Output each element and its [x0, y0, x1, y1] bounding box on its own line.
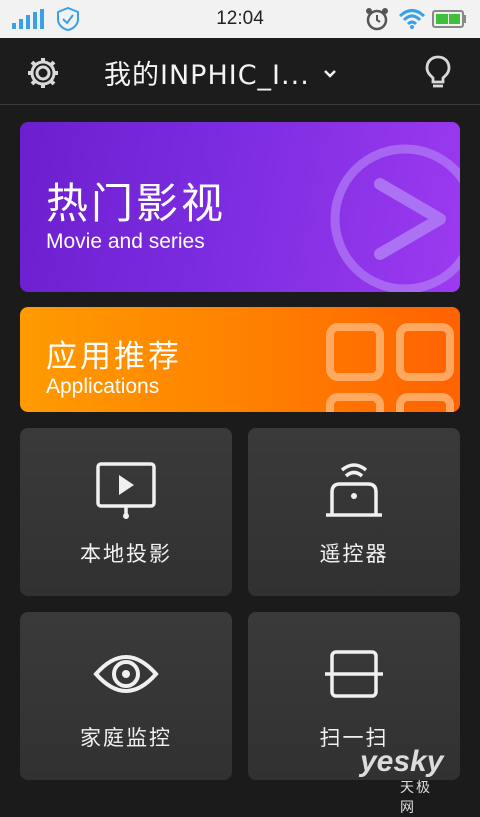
remote-icon: [326, 463, 382, 517]
home-monitor-tile[interactable]: 家庭监控: [20, 612, 232, 780]
remote-control-tile[interactable]: 遥控器: [248, 428, 460, 596]
apps-title-zh: 应用推荐: [46, 339, 182, 375]
device-selector[interactable]: 我的INPHIC_I...: [104, 52, 384, 92]
chevron-down-icon: [323, 70, 336, 78]
movies-title-zh: 热门影视: [46, 179, 227, 228]
eye-icon: [93, 655, 159, 693]
local-projection-label: 本地投影: [80, 542, 172, 566]
movies-title-en: Movie and series: [46, 230, 205, 253]
scan-icon: [325, 650, 383, 698]
play-circle-icon: [330, 144, 460, 292]
gear-icon[interactable]: [26, 56, 60, 90]
status-bar: 12:04: [0, 0, 480, 38]
apps-grid-icon: [326, 323, 454, 412]
device-title: 我的INPHIC_I...: [104, 59, 310, 91]
local-projection-tile[interactable]: 本地投影: [20, 428, 232, 596]
battery-icon: [432, 10, 466, 28]
movies-banner[interactable]: 热门影视 Movie and series: [20, 122, 460, 292]
wifi-icon: [398, 9, 426, 29]
top-bar: 我的INPHIC_I...: [0, 38, 480, 105]
bulb-icon[interactable]: [424, 55, 452, 89]
remote-control-label: 遥控器: [319, 542, 389, 566]
watermark-sub: 天极网: [400, 780, 432, 816]
watermark-brand: yesky: [360, 745, 444, 778]
watermark: yesky 天极网: [360, 745, 444, 816]
home-monitor-label: 家庭监控: [80, 726, 172, 750]
apps-title-en: Applications: [46, 375, 160, 398]
screen-play-icon: [96, 462, 156, 519]
apps-banner[interactable]: 应用推荐 Applications: [20, 307, 460, 412]
alarm-icon: [366, 8, 388, 31]
